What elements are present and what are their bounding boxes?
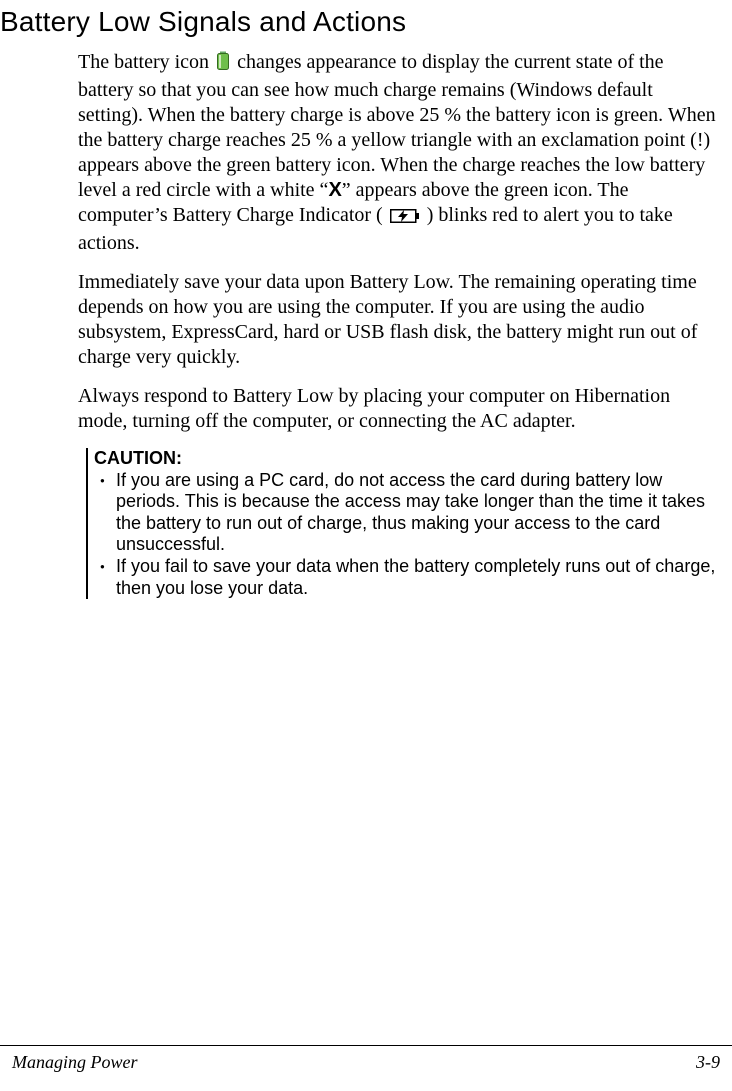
caution-item-2: If you fail to save your data when the b… bbox=[86, 556, 720, 599]
bullet-icon bbox=[94, 470, 116, 556]
caution-text-1: If you are using a PC card, do not acces… bbox=[116, 470, 720, 556]
page: Battery Low Signals and Actions The batt… bbox=[0, 0, 732, 1091]
paragraph-1: The battery icon changes appearance to d… bbox=[78, 50, 722, 256]
p1-text-a: The battery icon bbox=[78, 51, 214, 73]
footer-right: 3-9 bbox=[696, 1052, 720, 1073]
caution-text-2: If you fail to save your data when the b… bbox=[116, 556, 720, 599]
charge-indicator-icon bbox=[390, 206, 420, 231]
caution-item-1: If you are using a PC card, do not acces… bbox=[86, 470, 720, 556]
footer-left: Managing Power bbox=[12, 1052, 138, 1073]
caution-title: CAUTION: bbox=[86, 448, 720, 470]
body-area: The battery icon changes appearance to d… bbox=[0, 38, 732, 434]
p1-x: X bbox=[328, 179, 341, 201]
bullet-icon bbox=[94, 556, 116, 599]
caution-block: CAUTION: If you are using a PC card, do … bbox=[0, 448, 732, 599]
paragraph-3: Always respond to Battery Low by placing… bbox=[78, 384, 722, 434]
page-heading: Battery Low Signals and Actions bbox=[0, 0, 732, 38]
paragraph-2: Immediately save your data upon Battery … bbox=[78, 270, 722, 370]
battery-icon bbox=[216, 51, 230, 78]
page-footer: Managing Power 3-9 bbox=[0, 1045, 732, 1073]
